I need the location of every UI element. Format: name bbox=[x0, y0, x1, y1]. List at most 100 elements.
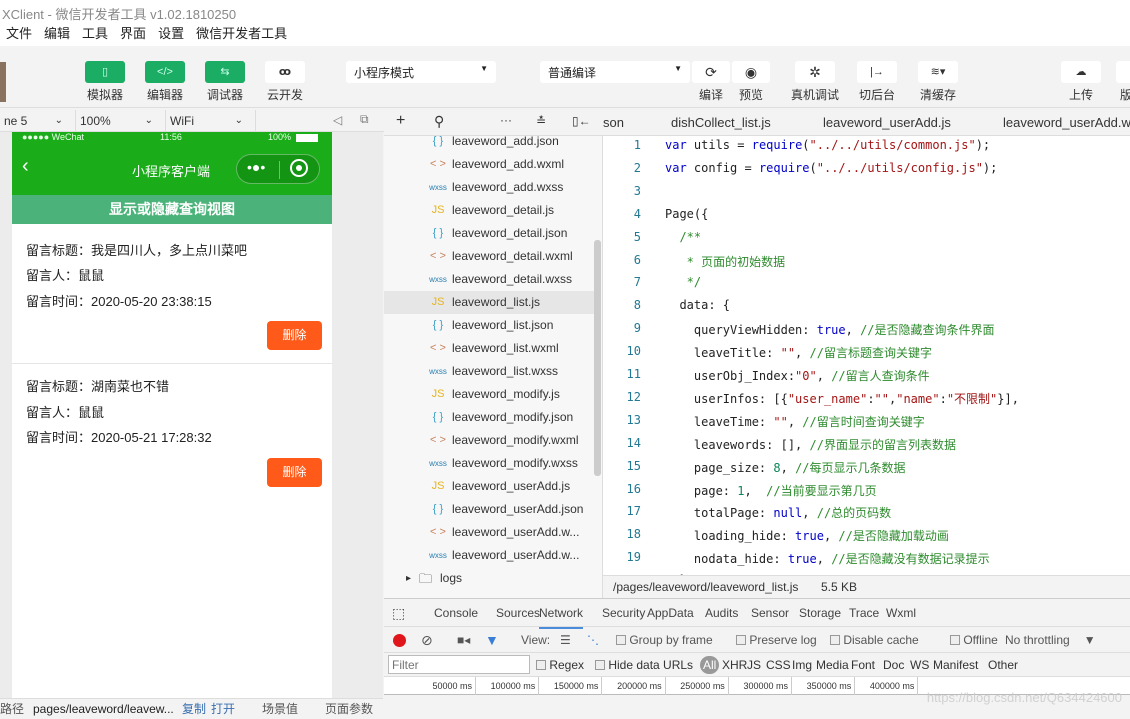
tab-appdata[interactable]: AppData bbox=[647, 599, 694, 627]
close-circle-icon[interactable] bbox=[290, 159, 308, 177]
menu-settings[interactable]: 设置 bbox=[158, 22, 184, 46]
file-item[interactable]: < > leaveword_detail.wxml bbox=[384, 245, 594, 268]
expand-arrow-icon[interactable]: ▸ bbox=[406, 567, 411, 590]
tab[interactable]: dishCollect_list.js bbox=[671, 110, 771, 136]
clear-icon[interactable]: ⊘ bbox=[421, 627, 433, 653]
tab-storage[interactable]: Storage bbox=[799, 599, 841, 627]
file-item[interactable]: wxss leaveword_add.wxss bbox=[384, 176, 594, 199]
file-item[interactable]: < > leaveword_add.wxml bbox=[384, 153, 594, 176]
preserve-log-checkbox[interactable]: Preserve log bbox=[736, 627, 817, 653]
version-button[interactable] bbox=[1116, 61, 1130, 83]
more-icon[interactable]: ··· bbox=[500, 113, 512, 127]
editor-button[interactable]: </> bbox=[145, 61, 185, 83]
tab-network[interactable]: Network bbox=[539, 599, 584, 629]
hide-data-urls-checkbox[interactable]: Hide data URLs bbox=[595, 653, 693, 677]
compile-button[interactable]: ⟳ bbox=[692, 61, 730, 83]
folder-item[interactable]: ▸ 🗀 logs bbox=[384, 567, 594, 590]
toggle-query-view-button[interactable]: 显示或隐藏查询视图 bbox=[12, 195, 332, 224]
menu-devtools[interactable]: 微信开发者工具 bbox=[196, 22, 287, 46]
menu-view[interactable]: 界面 bbox=[120, 22, 146, 46]
type-filter-img[interactable]: Img bbox=[792, 653, 812, 677]
remote-debug-button[interactable]: ✲ bbox=[795, 61, 835, 83]
code-editor[interactable]: 1 var utils = require("../../utils/common… bbox=[603, 136, 1130, 575]
file-item[interactable]: { } leaveword_userAdd.json bbox=[384, 498, 594, 521]
tab[interactable]: leaveword_userAdd.w bbox=[1003, 110, 1130, 136]
zoom-select[interactable]: 100% ⌄ bbox=[76, 110, 166, 132]
tab[interactable]: son bbox=[603, 110, 624, 136]
tab-wxml[interactable]: Wxml bbox=[886, 599, 916, 627]
file-item[interactable]: JS leaveword_modify.js bbox=[384, 383, 594, 406]
network-select[interactable]: WiFi ⌄ bbox=[166, 110, 256, 132]
file-item[interactable]: wxss leaveword_list.wxss bbox=[384, 360, 594, 383]
add-file-icon[interactable]: + bbox=[396, 112, 405, 130]
open-link[interactable]: 打开 bbox=[211, 699, 235, 719]
file-item[interactable]: wxss leaveword_detail.wxss bbox=[384, 268, 594, 291]
cloud-button[interactable]: ꝏ bbox=[265, 61, 305, 83]
record-icon[interactable] bbox=[393, 634, 406, 647]
simulator-button[interactable]: ▯ bbox=[85, 61, 125, 83]
file-item[interactable]: JS leaveword_detail.js bbox=[384, 199, 594, 222]
more-dots-icon[interactable]: •●• bbox=[247, 159, 265, 175]
file-item[interactable]: < > leaveword_modify.wxml bbox=[384, 429, 594, 452]
file-item[interactable]: { } leaveword_detail.json bbox=[384, 222, 594, 245]
tab-security[interactable]: Security bbox=[602, 599, 645, 627]
regex-checkbox[interactable]: Regex bbox=[536, 653, 584, 677]
type-filter-ws[interactable]: WS bbox=[910, 653, 929, 677]
file-tree-scrollbar[interactable] bbox=[594, 240, 601, 476]
copy-link[interactable]: 复制 bbox=[182, 699, 206, 719]
inspect-icon[interactable]: ⬚ bbox=[392, 599, 405, 627]
filter-input[interactable] bbox=[388, 655, 530, 674]
tab[interactable]: leaveword_userAdd.js bbox=[823, 110, 951, 136]
type-filter-doc[interactable]: Doc bbox=[883, 653, 904, 677]
tab-console[interactable]: Console bbox=[434, 599, 478, 627]
file-item[interactable]: JS leaveword_list.js bbox=[384, 291, 594, 314]
back-icon[interactable]: ‹ bbox=[22, 155, 29, 178]
debugger-button[interactable]: ⇆ bbox=[205, 61, 245, 83]
group-by-frame-checkbox[interactable]: Group by frame bbox=[616, 627, 713, 653]
disable-cache-checkbox[interactable]: Disable cache bbox=[830, 627, 919, 653]
upload-button[interactable]: ☁ bbox=[1061, 61, 1101, 83]
tab-sensor[interactable]: Sensor bbox=[751, 599, 789, 627]
menu-tools[interactable]: 工具 bbox=[82, 22, 108, 46]
card-title[interactable]: 留言标题：湖南菜也不错 bbox=[26, 376, 169, 395]
file-item[interactable]: < > leaveword_list.wxml bbox=[384, 337, 594, 360]
device-select[interactable]: ne 5 ⌄ bbox=[0, 110, 76, 132]
type-filter-other[interactable]: Other bbox=[988, 653, 1018, 677]
detach-window-icon[interactable]: ⧉ bbox=[360, 112, 369, 127]
preview-button[interactable]: ◉ bbox=[732, 61, 770, 83]
card-title[interactable]: 留言标题：我是四川人，多上点川菜吧 bbox=[26, 240, 247, 259]
hide-tree-icon[interactable]: ▯← bbox=[572, 114, 591, 128]
mute-icon[interactable]: ◁ bbox=[333, 113, 342, 127]
avatar[interactable] bbox=[0, 62, 6, 102]
waterfall-icon[interactable]: ⋱ bbox=[587, 627, 599, 653]
delete-button[interactable]: 删除 bbox=[267, 321, 322, 350]
type-filter-css[interactable]: CSS bbox=[766, 653, 791, 677]
file-item[interactable]: { } leaveword_add.json bbox=[384, 136, 594, 153]
type-filter-all[interactable]: All bbox=[700, 656, 720, 674]
page-params-button[interactable]: 页面参数 bbox=[325, 699, 373, 719]
camera-icon[interactable]: ■◂ bbox=[457, 627, 470, 653]
file-item[interactable]: { } leaveword_list.json bbox=[384, 314, 594, 337]
tab-sources[interactable]: Sources bbox=[496, 599, 540, 627]
search-icon[interactable]: ⚲ bbox=[434, 113, 444, 130]
file-item[interactable]: < > leaveword_userAdd.w... bbox=[384, 521, 594, 544]
capsule-menu[interactable]: •●• bbox=[236, 154, 320, 184]
type-filter-xhr[interactable]: XHR bbox=[722, 653, 747, 677]
delete-button[interactable]: 删除 bbox=[267, 458, 322, 487]
file-item[interactable]: wxss leaveword_modify.wxss bbox=[384, 452, 594, 475]
compile-select[interactable]: 普通编译 ▼ bbox=[540, 61, 690, 83]
type-filter-media[interactable]: Media bbox=[816, 653, 849, 677]
mode-select[interactable]: 小程序模式 ▼ bbox=[346, 61, 496, 83]
file-item[interactable]: { } leaveword_modify.json bbox=[384, 406, 594, 429]
menu-edit[interactable]: 编辑 bbox=[44, 22, 70, 46]
scene-button[interactable]: 场景值 bbox=[262, 699, 298, 719]
filter-icon[interactable]: ▼ bbox=[485, 627, 499, 653]
clear-cache-button[interactable]: ≋▾ bbox=[918, 61, 958, 83]
throttling-select[interactable]: No throttling ▼ bbox=[1005, 627, 1096, 653]
file-item[interactable]: wxss leaveword_userAdd.w... bbox=[384, 544, 594, 567]
type-filter-font[interactable]: Font bbox=[851, 653, 875, 677]
list-view-icon[interactable]: ☰ bbox=[560, 627, 571, 653]
offline-checkbox[interactable]: Offline bbox=[950, 627, 998, 653]
tab-trace[interactable]: Trace bbox=[849, 599, 879, 627]
background-button[interactable]: |→ bbox=[857, 61, 897, 83]
